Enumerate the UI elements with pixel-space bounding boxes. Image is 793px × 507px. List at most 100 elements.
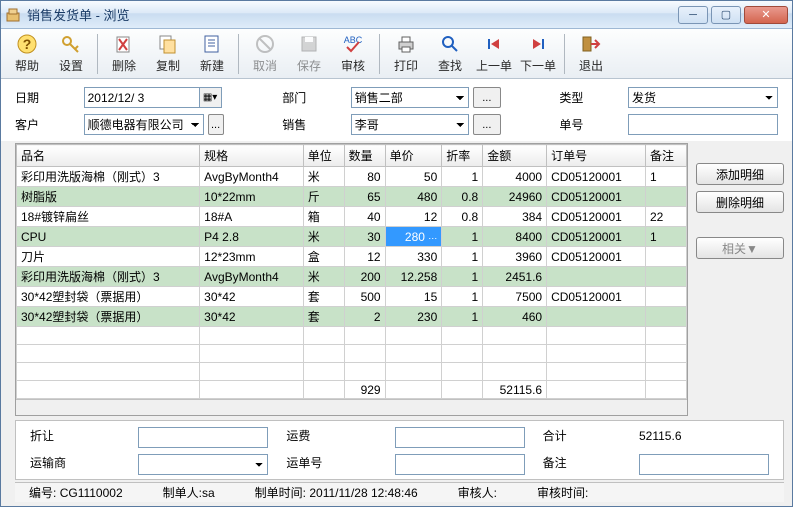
cell-name[interactable]: 彩印用洗版海棉（刚式）3 — [17, 267, 200, 287]
cell-unit[interactable]: 米 — [303, 167, 344, 187]
cell-name[interactable]: 树脂版 — [17, 187, 200, 207]
column-header[interactable]: 备注 — [645, 145, 686, 167]
table-row[interactable]: 彩印用洗版海棉（刚式）3AvgByMonth4米805014000CD05120… — [17, 167, 687, 187]
cancel-button[interactable]: 取消 — [243, 31, 287, 77]
dept-select[interactable]: 销售二部 — [351, 87, 469, 108]
cell-disc[interactable]: 0.8 — [442, 187, 483, 207]
cell-rem[interactable]: 22 — [645, 207, 686, 227]
find-button[interactable]: 查找 — [428, 31, 472, 77]
setup-button[interactable]: 设置 — [49, 31, 93, 77]
cell-ord[interactable]: CD05120001 — [547, 167, 646, 187]
cell-name[interactable]: 彩印用洗版海棉（刚式）3 — [17, 167, 200, 187]
cell-amt[interactable]: 4000 — [483, 167, 547, 187]
audit-button[interactable]: ABC 审核 — [331, 31, 375, 77]
column-header[interactable]: 单位 — [303, 145, 344, 167]
column-header[interactable]: 单价 — [385, 145, 442, 167]
cell-qty[interactable]: 65 — [344, 187, 385, 207]
column-header[interactable]: 规格 — [200, 145, 304, 167]
table-row[interactable]: 刀片12*23mm盒1233013960CD05120001 — [17, 247, 687, 267]
table-row[interactable]: CPUP4 2.8米30280 ⋯18400CD051200011 — [17, 227, 687, 247]
exit-button[interactable]: 退出 — [569, 31, 613, 77]
cell-amt[interactable]: 2451.6 — [483, 267, 547, 287]
customer-select[interactable]: 顺德电器有限公司 — [84, 114, 204, 135]
cell-disc[interactable]: 1 — [442, 227, 483, 247]
cell-spec[interactable]: 30*42 — [200, 287, 304, 307]
new-button[interactable]: 新建 — [190, 31, 234, 77]
column-header[interactable]: 订单号 — [547, 145, 646, 167]
cell-spec[interactable]: 30*42 — [200, 307, 304, 327]
cell-unit[interactable]: 米 — [303, 227, 344, 247]
cell-amt[interactable]: 7500 — [483, 287, 547, 307]
cell-disc[interactable]: 1 — [442, 247, 483, 267]
save-button[interactable]: 保存 — [287, 31, 331, 77]
cell-qty[interactable]: 200 — [344, 267, 385, 287]
delete-button[interactable]: 删除 — [102, 31, 146, 77]
cell-qty[interactable]: 40 — [344, 207, 385, 227]
sale-lookup-button[interactable]: ... — [473, 114, 501, 135]
related-button[interactable]: 相关▼ — [696, 237, 784, 259]
cell-rem[interactable] — [645, 307, 686, 327]
cell-price[interactable]: 280 ⋯ — [385, 227, 442, 247]
cell-spec[interactable]: 18#A — [200, 207, 304, 227]
cell-price[interactable]: 480 — [385, 187, 442, 207]
cell-qty[interactable]: 2 — [344, 307, 385, 327]
cell-qty[interactable]: 12 — [344, 247, 385, 267]
table-row[interactable]: 18#镀锌扁丝18#A箱40120.8384CD0512000122 — [17, 207, 687, 227]
cell-rem[interactable] — [645, 247, 686, 267]
cell-spec[interactable]: 10*22mm — [200, 187, 304, 207]
cell-rem[interactable] — [645, 287, 686, 307]
cell-amt[interactable]: 8400 — [483, 227, 547, 247]
cell-price[interactable]: 12 — [385, 207, 442, 227]
maximize-button[interactable]: ▢ — [711, 6, 741, 24]
docno-input[interactable] — [628, 114, 778, 135]
cell-rem[interactable] — [645, 187, 686, 207]
cell-disc[interactable]: 1 — [442, 287, 483, 307]
cell-price[interactable]: 15 — [385, 287, 442, 307]
cell-ord[interactable]: CD05120001 — [547, 207, 646, 227]
print-button[interactable]: 打印 — [384, 31, 428, 77]
cell-amt[interactable]: 460 — [483, 307, 547, 327]
cell-name[interactable]: 30*42塑封袋（票据用） — [17, 287, 200, 307]
dept-lookup-button[interactable]: ... — [473, 87, 501, 108]
add-detail-button[interactable]: 添加明细 — [696, 163, 784, 185]
minimize-button[interactable]: ─ — [678, 6, 708, 24]
cell-name[interactable]: 刀片 — [17, 247, 200, 267]
next-button[interactable]: 下一单 — [516, 31, 560, 77]
delete-detail-button[interactable]: 删除明细 — [696, 191, 784, 213]
calendar-icon[interactable]: ▦▾ — [200, 87, 222, 108]
close-button[interactable]: ✕ — [744, 6, 788, 24]
help-button[interactable]: ? 帮助 — [5, 31, 49, 77]
cell-spec[interactable]: AvgByMonth4 — [200, 167, 304, 187]
cell-disc[interactable]: 1 — [442, 167, 483, 187]
discount-input[interactable] — [138, 427, 268, 448]
cell-unit[interactable]: 米 — [303, 267, 344, 287]
sale-select[interactable]: 李哥 — [351, 114, 469, 135]
cell-price[interactable]: 12.258 — [385, 267, 442, 287]
cell-amt[interactable]: 384 — [483, 207, 547, 227]
cell-disc[interactable]: 1 — [442, 307, 483, 327]
cell-qty[interactable]: 80 — [344, 167, 385, 187]
cell-price[interactable]: 230 — [385, 307, 442, 327]
carrier-select[interactable] — [138, 454, 268, 475]
cell-name[interactable]: CPU — [17, 227, 200, 247]
table-row[interactable]: 树脂版10*22mm斤654800.824960CD05120001 — [17, 187, 687, 207]
cell-price[interactable]: 50 — [385, 167, 442, 187]
cell-price[interactable]: 330 — [385, 247, 442, 267]
cell-rem[interactable]: 1 — [645, 167, 686, 187]
cell-unit[interactable]: 套 — [303, 307, 344, 327]
copy-button[interactable]: 复制 — [146, 31, 190, 77]
horizontal-scrollbar[interactable] — [16, 399, 687, 415]
cell-unit[interactable]: 盒 — [303, 247, 344, 267]
cell-amt[interactable]: 3960 — [483, 247, 547, 267]
cell-unit[interactable]: 套 — [303, 287, 344, 307]
date-input[interactable] — [84, 87, 200, 108]
column-header[interactable]: 金额 — [483, 145, 547, 167]
cell-qty[interactable]: 500 — [344, 287, 385, 307]
cell-ord[interactable]: CD05120001 — [547, 247, 646, 267]
waybill-input[interactable] — [395, 454, 525, 475]
cell-disc[interactable]: 0.8 — [442, 207, 483, 227]
cell-unit[interactable]: 箱 — [303, 207, 344, 227]
cell-spec[interactable]: 12*23mm — [200, 247, 304, 267]
column-header[interactable]: 折率 — [442, 145, 483, 167]
customer-lookup-button[interactable]: ... — [208, 114, 224, 135]
